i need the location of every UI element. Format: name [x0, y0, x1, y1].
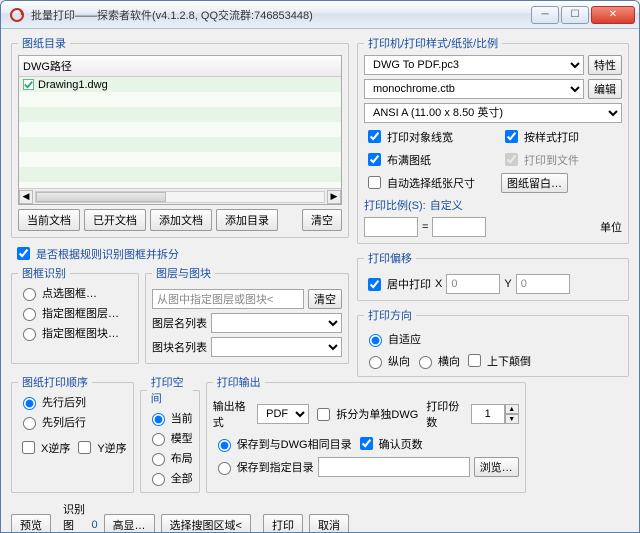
file-name: Drawing1.dwg — [38, 79, 108, 91]
style-select[interactable]: monochrome.ctb — [364, 79, 584, 99]
scroll-left-icon[interactable]: ◀ — [19, 190, 33, 204]
x-reverse-checkbox[interactable]: X逆序 — [18, 438, 70, 457]
radio-landscape[interactable]: 横向 — [414, 353, 460, 369]
paper-select[interactable]: ANSI A (11.00 x 8.50 英寸) — [364, 103, 622, 123]
unit-label: 单位 — [600, 219, 622, 235]
radio-row-first[interactable]: 先行后列 — [18, 394, 127, 410]
file-row[interactable]: Drawing1.dwg — [19, 77, 341, 92]
frame-recognition-legend: 图框识别 — [18, 265, 70, 281]
layer-pick-input[interactable] — [152, 289, 304, 309]
close-button[interactable]: ✕ — [591, 6, 635, 24]
radio-block-frame[interactable]: 指定图框图块… — [18, 325, 132, 341]
center-checkbox[interactable]: 居中打印 — [364, 275, 431, 294]
radio-save-with-dwg[interactable]: 保存到与DWG相同目录 — [213, 436, 352, 452]
style-edit-button[interactable]: 编辑 — [588, 79, 622, 99]
add-file-button[interactable]: 添加文档 — [150, 209, 212, 231]
scale-left-input[interactable] — [364, 217, 418, 237]
out-format-select[interactable]: PDF — [257, 404, 309, 424]
frames-label: 识别图框： — [63, 501, 85, 533]
scroll-right-icon[interactable]: ▶ — [327, 190, 341, 204]
radio-space-model[interactable]: 模型 — [147, 430, 193, 446]
h-scrollbar[interactable]: ◀ ▶ — [19, 188, 341, 204]
clear-list-button[interactable]: 清空 — [302, 209, 342, 231]
radio-save-dir[interactable]: 保存到指定目录 — [213, 459, 314, 475]
printer-props-button[interactable]: 特性 — [588, 55, 622, 75]
highlight-button[interactable]: 高显… — [104, 514, 155, 533]
radio-portrait[interactable]: 纵向 — [364, 353, 410, 369]
radio-col-first[interactable]: 先列后行 — [18, 414, 127, 430]
scale-label: 打印比例(S): — [364, 197, 426, 213]
preview-button[interactable]: 预览 — [11, 514, 51, 533]
fill-checkbox[interactable]: 布满图纸 — [364, 150, 485, 169]
tofile-checkbox[interactable]: 打印到文件 — [501, 150, 622, 169]
layer-list-label: 图层名列表 — [152, 315, 207, 331]
file-list[interactable]: DWG路径 Drawing1.dwg ◀ ▶ — [18, 55, 342, 205]
y-reverse-checkbox[interactable]: Y逆序 — [74, 438, 126, 457]
frames-count: 0 — [91, 519, 97, 531]
layer-block-legend: 图层与图块 — [152, 265, 215, 281]
margin-button[interactable]: 图纸留白… — [501, 173, 568, 193]
offset-y-input[interactable] — [516, 274, 570, 294]
flip-checkbox[interactable]: 上下颠倒 — [464, 351, 531, 370]
block-list-label: 图块名列表 — [152, 339, 207, 355]
radio-space-current[interactable]: 当前 — [147, 410, 193, 426]
out-format-label: 输出格式 — [213, 398, 253, 430]
opened-docs-button[interactable]: 已开文档 — [84, 209, 146, 231]
select-area-button[interactable]: 选择搜图区域< — [161, 514, 251, 533]
maximize-button[interactable]: ☐ — [561, 6, 589, 24]
current-doc-button[interactable]: 当前文档 — [18, 209, 80, 231]
output-legend: 打印输出 — [213, 374, 265, 390]
radio-pick-frame[interactable]: 点选图框… — [18, 285, 132, 301]
offset-x-input[interactable] — [446, 274, 500, 294]
minimize-button[interactable]: ─ — [531, 6, 559, 24]
app-icon — [9, 7, 25, 23]
equals-label: = — [422, 221, 428, 233]
x-label: X — [435, 278, 442, 290]
radio-layer-frame[interactable]: 指定图框图层… — [18, 305, 132, 321]
print-button[interactable]: 打印 — [263, 514, 303, 533]
clear-layer-button[interactable]: 清空 — [308, 289, 342, 309]
dir-legend: 图纸目录 — [18, 35, 70, 51]
autopaper-checkbox[interactable]: 自动选择纸张尺寸 — [364, 173, 485, 192]
printer-legend: 打印机/打印样式/纸张/比例 — [364, 35, 502, 51]
bystyle-checkbox[interactable]: 按样式打印 — [501, 127, 622, 146]
scale-right-input[interactable] — [432, 217, 486, 237]
radio-space-all[interactable]: 全部 — [147, 470, 193, 486]
file-list-header[interactable]: DWG路径 — [19, 56, 341, 77]
scale-value: 自定义 — [430, 197, 463, 213]
radio-space-layout[interactable]: 布局 — [147, 450, 193, 466]
y-label: Y — [504, 278, 511, 290]
offset-legend: 打印偏移 — [364, 250, 416, 266]
check-icon — [23, 79, 34, 90]
orient-legend: 打印方向 — [364, 307, 416, 323]
split-checkbox[interactable]: 是否根据规则识别图框并拆分 — [13, 244, 349, 263]
lineweight-checkbox[interactable]: 打印对象线宽 — [364, 127, 485, 146]
window-title: 批量打印——探索者软件(v4.1.2.8, QQ交流群:746853448) — [31, 7, 531, 23]
space-legend: 打印空间 — [147, 374, 193, 406]
radio-auto-orient[interactable]: 自适应 — [364, 331, 421, 347]
printer-select[interactable]: DWG To PDF.pc3 — [364, 55, 584, 75]
block-list-select[interactable] — [211, 337, 342, 357]
add-dir-button[interactable]: 添加目录 — [216, 209, 278, 231]
cancel-button[interactable]: 取消 — [309, 514, 349, 533]
layer-list-select[interactable] — [211, 313, 342, 333]
order-legend: 图纸打印顺序 — [18, 374, 92, 390]
